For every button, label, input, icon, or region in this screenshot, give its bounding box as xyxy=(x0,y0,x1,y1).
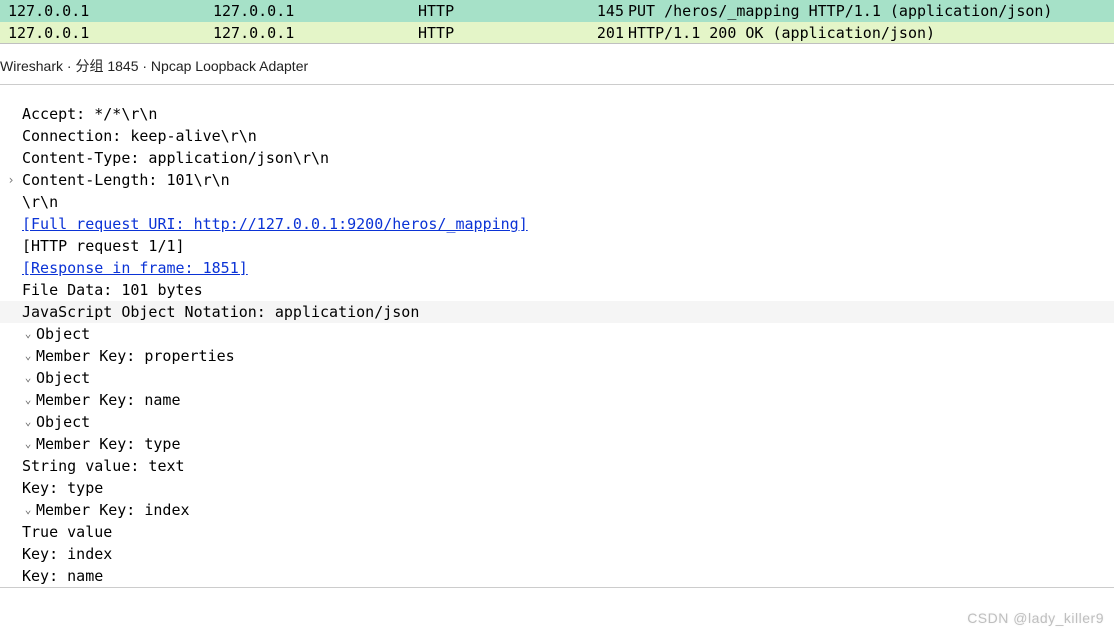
json-member-name[interactable]: ⌄Member Key: name xyxy=(0,389,1114,411)
col-length: 145 xyxy=(593,2,628,20)
col-info: PUT /heros/_mapping HTTP/1.1 (applicatio… xyxy=(628,2,1106,20)
json-member-type[interactable]: ⌄Member Key: type xyxy=(0,433,1114,455)
json-object-3[interactable]: ⌄Object xyxy=(0,411,1114,433)
detail-crlf[interactable]: \r\n xyxy=(0,191,1114,213)
json-key-type[interactable]: Key: type xyxy=(0,477,1114,499)
chevron-down-icon[interactable]: ⌄ xyxy=(22,433,34,455)
chevron-down-icon[interactable]: ⌄ xyxy=(22,499,34,521)
detail-file-data[interactable]: File Data: 101 bytes xyxy=(0,279,1114,301)
detail-connection[interactable]: Connection: keep-alive\r\n xyxy=(0,125,1114,147)
col-source: 127.0.0.1 xyxy=(8,2,213,20)
packet-row-selected[interactable]: 127.0.0.1 127.0.0.1 HTTP 145 PUT /heros/… xyxy=(0,0,1114,22)
packet-details: Accept: */*\r\n Connection: keep-alive\r… xyxy=(0,84,1114,588)
col-destination: 127.0.0.1 xyxy=(213,24,418,42)
detail-accept[interactable]: Accept: */*\r\n xyxy=(0,103,1114,125)
chevron-down-icon[interactable]: ⌄ xyxy=(22,411,34,433)
json-object[interactable]: ⌄Object xyxy=(0,323,1114,345)
col-info: HTTP/1.1 200 OK (application/json) xyxy=(628,24,1106,42)
watermark: CSDN @lady_killer9 xyxy=(967,610,1104,626)
json-key-name[interactable]: Key: name xyxy=(0,565,1114,587)
json-member-properties[interactable]: ⌄Member Key: properties xyxy=(0,345,1114,367)
col-protocol: HTTP xyxy=(418,24,593,42)
col-length: 201 xyxy=(593,24,628,42)
json-true-value[interactable]: True value xyxy=(0,521,1114,543)
detail-http-request[interactable]: [HTTP request 1/1] xyxy=(0,235,1114,257)
packet-list: 127.0.0.1 127.0.0.1 HTTP 145 PUT /heros/… xyxy=(0,0,1114,44)
json-string-value[interactable]: String value: text xyxy=(0,455,1114,477)
chevron-down-icon[interactable]: ⌄ xyxy=(22,323,34,345)
chevron-down-icon[interactable]: ⌄ xyxy=(22,367,34,389)
chevron-down-icon[interactable]: ⌄ xyxy=(22,345,34,367)
expand-icon[interactable]: › xyxy=(0,169,22,191)
detail-json-header[interactable]: JavaScript Object Notation: application/… xyxy=(0,301,1114,323)
col-protocol: HTTP xyxy=(418,2,593,20)
json-object-2[interactable]: ⌄Object xyxy=(0,367,1114,389)
detail-response-frame[interactable]: [Response in frame: 1851] xyxy=(0,257,1114,279)
json-key-index[interactable]: Key: index xyxy=(0,543,1114,565)
json-member-index[interactable]: ⌄Member Key: index xyxy=(0,499,1114,521)
detail-content-length[interactable]: › Content-Length: 101\r\n xyxy=(0,169,1114,191)
col-source: 127.0.0.1 xyxy=(8,24,213,42)
context-title: Wireshark · 分组 1845 · Npcap Loopback Ada… xyxy=(0,50,1114,78)
packet-row-response[interactable]: 127.0.0.1 127.0.0.1 HTTP 201 HTTP/1.1 20… xyxy=(0,22,1114,44)
detail-full-uri[interactable]: [Full request URI: http://127.0.0.1:9200… xyxy=(0,213,1114,235)
col-destination: 127.0.0.1 xyxy=(213,2,418,20)
chevron-down-icon[interactable]: ⌄ xyxy=(22,389,34,411)
detail-content-type[interactable]: Content-Type: application/json\r\n xyxy=(0,147,1114,169)
